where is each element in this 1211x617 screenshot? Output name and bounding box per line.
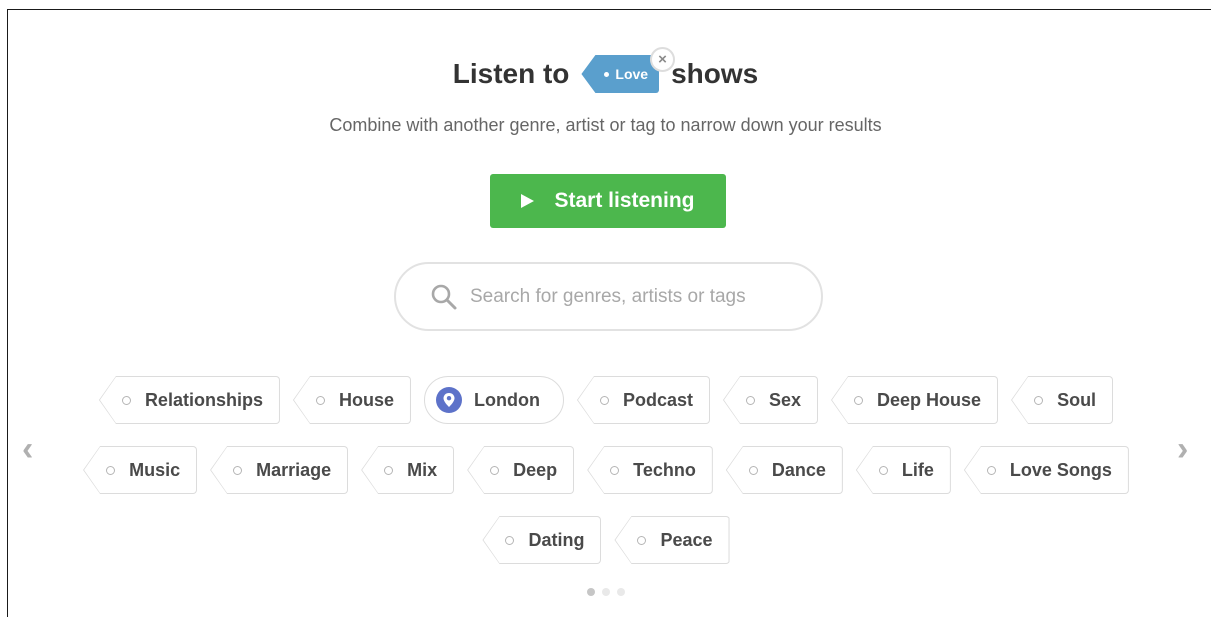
search-input[interactable]	[470, 285, 810, 308]
page-title: Listen to Love shows	[0, 44, 1211, 104]
tag-ring-icon	[748, 465, 758, 475]
tag-dance[interactable]: Dance	[725, 446, 843, 494]
pager-dot-2[interactable]	[601, 588, 610, 596]
tag-techno[interactable]: Techno	[587, 446, 713, 494]
tag-ring-icon	[315, 395, 325, 405]
tag-ring-icon	[233, 465, 243, 475]
tag-sex[interactable]: Sex	[723, 376, 819, 424]
tag-label: Peace	[660, 529, 713, 550]
tag-dating[interactable]: Dating	[482, 516, 602, 564]
tag-label: Soul	[1057, 389, 1097, 410]
tag-label: Podcast	[622, 389, 693, 410]
tag-relationships[interactable]: Relationships	[98, 376, 280, 424]
tag-dot-icon	[604, 71, 610, 77]
tag-ring-icon	[610, 465, 620, 475]
tag-ring-icon	[121, 395, 131, 405]
tag-music[interactable]: Music	[83, 446, 198, 494]
start-listening-button[interactable]: Start listening	[490, 174, 726, 228]
page-subtitle: Combine with another genre, artist or ta…	[329, 115, 882, 135]
tag-soul[interactable]: Soul	[1011, 376, 1114, 424]
tag-label: Relationships	[144, 389, 263, 410]
tag-ring-icon	[637, 535, 647, 545]
tag-peace[interactable]: Peace	[614, 516, 730, 564]
carousel-pager	[0, 588, 1211, 596]
tag-label: Sex	[769, 389, 802, 410]
tag-ring-icon	[878, 465, 888, 475]
tag-label: Love Songs	[1009, 459, 1112, 480]
tag-ring-icon	[106, 465, 116, 475]
pager-dot-3[interactable]	[616, 588, 625, 596]
tag-marriage[interactable]: Marriage	[210, 446, 349, 494]
active-tag-label: Love	[615, 66, 649, 82]
search-box[interactable]	[394, 262, 823, 331]
tag-row-3: Dating Peace	[0, 516, 1211, 564]
tag-ring-icon	[505, 535, 515, 545]
tag-row-1: Relationships House London Podcast Sex D…	[0, 376, 1211, 424]
tag-life[interactable]: Life	[855, 446, 951, 494]
tag-label: Deep	[513, 459, 558, 480]
tag-label: Dance	[771, 459, 826, 480]
tag-ring-icon	[854, 395, 864, 405]
tag-podcast[interactable]: Podcast	[576, 376, 710, 424]
tag-ring-icon	[986, 465, 996, 475]
tag-mix[interactable]: Mix	[361, 446, 455, 494]
tag-row-2: Music Marriage Mix Deep Techno Dance Lif…	[0, 446, 1211, 494]
search-icon	[431, 284, 457, 309]
tag-ring-icon	[384, 465, 394, 475]
tag-label: Music	[129, 459, 181, 480]
title-suffix: shows	[671, 58, 759, 89]
tag-label: Marriage	[256, 459, 332, 480]
tag-label: Techno	[633, 459, 696, 480]
pager-dot-1[interactable]	[586, 588, 595, 596]
tag-ring-icon	[1034, 395, 1044, 405]
tag-label: London	[473, 389, 540, 410]
active-tag-love[interactable]: Love	[581, 55, 660, 93]
tag-ring-icon	[490, 465, 500, 475]
tag-label: House	[338, 389, 394, 410]
tag-label: Deep House	[877, 389, 982, 410]
title-prefix: Listen to	[452, 58, 570, 89]
tag-house[interactable]: House	[292, 376, 411, 424]
close-icon: ×	[658, 51, 667, 68]
tag-label: Mix	[407, 459, 438, 480]
location-pin-icon	[435, 387, 462, 413]
tag-label: Dating	[528, 529, 585, 550]
tag-deep[interactable]: Deep	[467, 446, 575, 494]
play-icon	[521, 194, 535, 208]
tag-label: Life	[901, 459, 934, 480]
location-tag-london[interactable]: London	[423, 376, 564, 424]
tag-love-songs[interactable]: Love Songs	[963, 446, 1129, 494]
remove-tag-button[interactable]: ×	[650, 47, 675, 72]
tag-deep-house[interactable]: Deep House	[831, 376, 999, 424]
tag-ring-icon	[599, 395, 609, 405]
tag-ring-icon	[746, 395, 755, 405]
start-listening-label: Start listening	[554, 189, 695, 212]
